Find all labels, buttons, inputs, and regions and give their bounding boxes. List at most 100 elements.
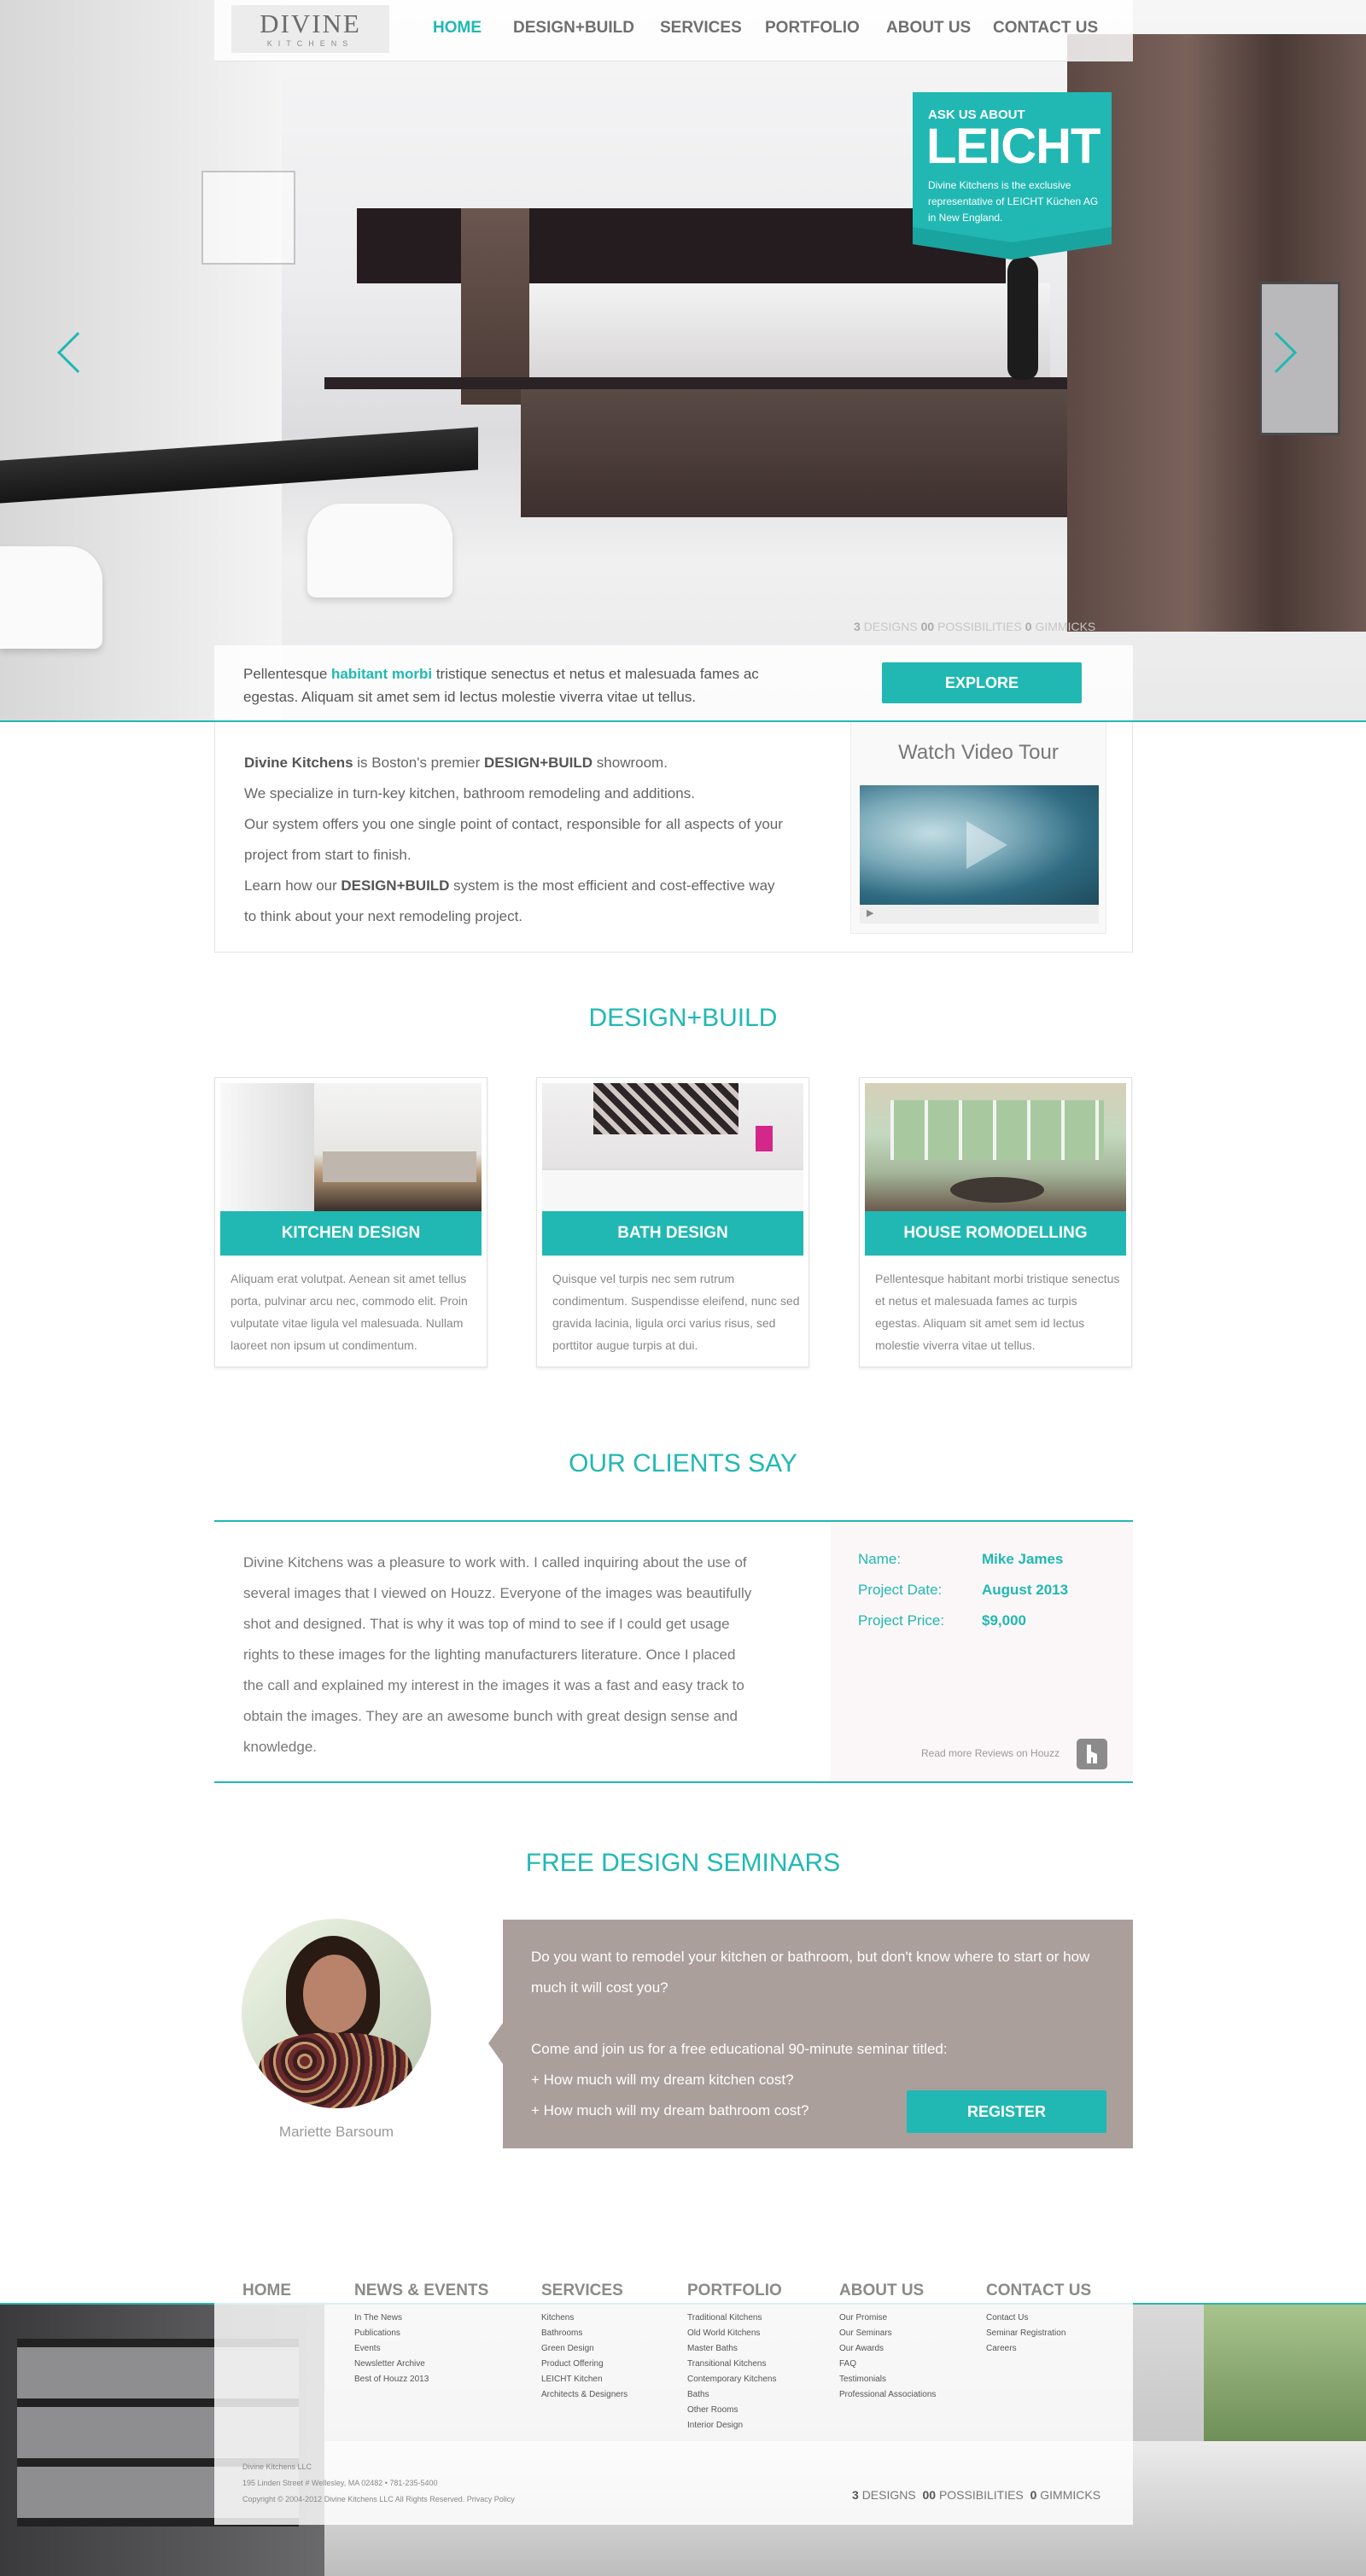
card-title[interactable]: KITCHEN DESIGN xyxy=(220,1211,482,1256)
footer-link[interactable]: Publications xyxy=(354,2326,488,2341)
play-icon[interactable] xyxy=(966,821,1007,869)
footer-col-home: HOME xyxy=(242,2282,291,2300)
testimonial-details: Name: Mike James Project Date: August 20… xyxy=(831,1522,1133,1781)
windows-illustration xyxy=(890,1100,1104,1160)
card-text: Quisque vel turpis nec sem rutrum condim… xyxy=(552,1272,800,1352)
footer-links-about: Our Promise Our Seminars Our Awards FAQ … xyxy=(839,2311,936,2403)
play-button-icon[interactable]: ▶ xyxy=(867,907,873,918)
footer-heading-portfolio[interactable]: PORTFOLIO xyxy=(687,2282,782,2300)
footer-link[interactable]: Professional Associations xyxy=(839,2387,936,2403)
intro-text-span: Learn how our xyxy=(244,877,342,894)
footer-link[interactable]: Bathrooms xyxy=(541,2326,628,2341)
footer-link[interactable]: LEICHT Kitchen xyxy=(541,2372,628,2387)
speech-bubble-pointer xyxy=(488,2023,503,2064)
footer-link[interactable]: Seminar Registration xyxy=(986,2326,1091,2341)
logo-name: DIVINE xyxy=(260,9,361,38)
designs-label: DESIGNS xyxy=(863,620,918,633)
site-logo[interactable]: DIVINE KITCHENS xyxy=(231,5,389,53)
footer-heading-contact[interactable]: CONTACT US xyxy=(986,2282,1091,2300)
hero-caption-highlight[interactable]: habitant morbi xyxy=(331,666,432,682)
register-button[interactable]: REGISTER xyxy=(907,2090,1106,2133)
footer-link[interactable]: Our Seminars xyxy=(839,2326,936,2341)
intro-text-span: showroom. xyxy=(593,755,668,771)
project-price-label: Project Price: xyxy=(858,1612,945,1629)
footer-link[interactable]: Newsletter Archive xyxy=(354,2357,488,2372)
kitchen-island-illustration xyxy=(323,1151,476,1182)
nav-home[interactable]: HOME xyxy=(433,19,482,38)
houzz-logo-shape xyxy=(1087,1745,1097,1763)
houzz-icon[interactable] xyxy=(1077,1739,1107,1769)
copyright-text: Copyright © 2004-2012 Divine Kitchens LL… xyxy=(242,2495,515,2503)
kitchen-design-image[interactable] xyxy=(220,1083,482,1211)
footer-link[interactable]: Events xyxy=(354,2341,488,2357)
footer-link[interactable]: In The News xyxy=(354,2311,488,2326)
explore-button[interactable]: EXPLORE xyxy=(882,662,1082,703)
footer-link[interactable]: Old World Kitchens xyxy=(687,2326,782,2341)
card-bath-design[interactable]: BATH DESIGN Quisque vel turpis nec sem r… xyxy=(536,1077,809,1367)
footer-link[interactable]: Best of Houzz 2013 xyxy=(354,2372,488,2387)
footer-link[interactable]: Interior Design xyxy=(687,2418,782,2433)
houzz-reviews-link[interactable]: Read more Reviews on Houzz xyxy=(921,1747,1060,1759)
video-controls[interactable]: ▶ xyxy=(860,905,1099,924)
card-house-remodelling[interactable]: HOUSE ROMODELLING Pellentesque habitant … xyxy=(859,1077,1132,1367)
footer-heading-home[interactable]: HOME xyxy=(242,2282,291,2300)
hero-caption-start: Pellentesque xyxy=(243,666,332,682)
footer-link[interactable]: Product Offering xyxy=(541,2357,628,2372)
seminar-invite: Come and join us for a free educational … xyxy=(531,2041,948,2057)
top-navigation: DIVINE KITCHENS HOME DESIGN+BUILD SERVIC… xyxy=(214,0,1133,61)
card-title[interactable]: HOUSE ROMODELLING xyxy=(865,1211,1126,1256)
leicht-badge[interactable]: ASK US ABOUT LEICHT Divine Kitchens is t… xyxy=(913,92,1112,259)
house-remodelling-image[interactable] xyxy=(865,1083,1126,1211)
intro-line: Divine Kitchens is Boston's premier DESI… xyxy=(244,748,791,778)
card-text: Aliquam erat volutpat. Aenean sit amet t… xyxy=(231,1272,468,1352)
footer-link[interactable]: Our Promise xyxy=(839,2311,936,2326)
video-player[interactable] xyxy=(860,785,1099,905)
footer-links-contact: Contact Us Seminar Registration Careers xyxy=(986,2311,1091,2357)
company-name: Divine Kitchens LLC xyxy=(242,2462,312,2471)
footer-link[interactable]: Architects & Designers xyxy=(541,2387,628,2403)
footer-link[interactable]: FAQ xyxy=(839,2357,936,2372)
footer-link[interactable]: Kitchens xyxy=(541,2311,628,2326)
footer-link[interactable]: Transitional Kitchens xyxy=(687,2357,782,2372)
footer-counter: 3 DESIGNS 00 POSSIBILITIES 0 GIMMICKS xyxy=(852,2488,1100,2502)
footer-link[interactable]: Master Baths xyxy=(687,2341,782,2357)
hero-chair xyxy=(0,546,102,649)
nav-portfolio[interactable]: PORTFOLIO xyxy=(765,19,860,38)
presenter-body xyxy=(259,2033,412,2108)
footer-bg-window xyxy=(1204,2305,1366,2450)
intro-design-build: DESIGN+BUILD xyxy=(341,877,450,894)
gimmicks-count: 0 xyxy=(1030,2488,1037,2502)
hero-lower-cabinets xyxy=(521,389,1135,517)
footer-link[interactable]: Contact Us xyxy=(986,2311,1091,2326)
designs-count: 3 xyxy=(852,2488,859,2502)
bath-design-image[interactable] xyxy=(542,1083,803,1211)
footer-col-news: NEWS & EVENTS In The News Publications E… xyxy=(354,2282,488,2387)
badge-text: Divine Kitchens is the exclusive represe… xyxy=(928,179,1099,224)
presenter-face xyxy=(303,1955,366,2033)
footer-link[interactable]: Our Awards xyxy=(839,2341,936,2357)
possibilities-label: POSSIBILITIES xyxy=(938,2488,1024,2502)
footer-link[interactable]: Contemporary Kitchens xyxy=(687,2372,782,2387)
footer-link[interactable]: Other Rooms xyxy=(687,2403,782,2418)
seminar-intro: Do you want to remodel your kitchen or b… xyxy=(531,1949,1090,1996)
nav-about-us[interactable]: ABOUT US xyxy=(886,19,971,38)
footer-heading-services[interactable]: SERVICES xyxy=(541,2282,628,2300)
nav-design-build[interactable]: DESIGN+BUILD xyxy=(513,19,634,38)
footer-link[interactable]: Careers xyxy=(986,2341,1091,2357)
card-title[interactable]: BATH DESIGN xyxy=(542,1211,803,1256)
nav-services[interactable]: SERVICES xyxy=(660,19,742,38)
footer-heading-about[interactable]: ABOUT US xyxy=(839,2282,936,2300)
clients-title: OUR CLIENTS SAY xyxy=(569,1449,797,1477)
nav-contact-us[interactable]: CONTACT US xyxy=(993,19,1098,38)
card-text: Pellentesque habitant morbi tristique se… xyxy=(875,1272,1120,1352)
footer-link[interactable]: Traditional Kitchens xyxy=(687,2311,782,2326)
footer-link[interactable]: Baths xyxy=(687,2387,782,2403)
client-name: Mike James xyxy=(982,1551,1064,1567)
hero-wood-panel xyxy=(461,208,529,405)
footer-link[interactable]: Testimonials xyxy=(839,2372,936,2387)
possibilities-count: 00 xyxy=(922,2488,937,2502)
footer-heading-news[interactable]: NEWS & EVENTS xyxy=(354,2282,488,2300)
footer-link[interactable]: Green Design xyxy=(541,2341,628,2357)
footer-col-portfolio: PORTFOLIO Traditional Kitchens Old World… xyxy=(687,2282,782,2433)
card-kitchen-design[interactable]: KITCHEN DESIGN Aliquam erat volutpat. Ae… xyxy=(214,1077,487,1367)
